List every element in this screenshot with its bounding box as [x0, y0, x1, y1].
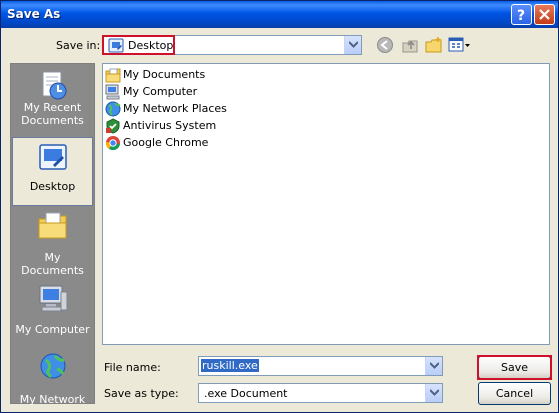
- places-bar: My Recent Documents Desktop My Documents: [10, 63, 95, 406]
- place-my-documents[interactable]: My Documents: [12, 210, 93, 277]
- file-name-value: ruskill.exe: [201, 359, 259, 372]
- save-button-highlight: [477, 355, 552, 380]
- network-places-icon: [105, 101, 121, 117]
- up-one-level-button[interactable]: [401, 36, 421, 56]
- place-label: My Computer: [15, 323, 90, 336]
- place-my-computer[interactable]: My Computer: [12, 282, 93, 342]
- save-in-label: Save in:: [56, 39, 101, 52]
- new-folder-button[interactable]: [425, 36, 445, 56]
- place-label: My Recent Documents: [21, 101, 84, 127]
- place-label: My Documents: [21, 251, 84, 277]
- window-title: Save As: [7, 7, 61, 21]
- back-arrow-icon: [377, 37, 393, 53]
- my-documents-icon: [38, 212, 66, 239]
- chrome-icon: [105, 136, 120, 151]
- chevron-down-icon: [430, 389, 439, 396]
- save-as-type-dropdown[interactable]: .exe Document: [198, 383, 443, 403]
- file-name: My Network Places: [123, 102, 227, 115]
- views-icon: [448, 37, 470, 52]
- close-icon: [539, 9, 550, 20]
- place-label: Desktop: [29, 180, 76, 193]
- file-list[interactable]: My Documents My Computer My Network Plac…: [102, 63, 550, 345]
- my-computer-icon: [39, 285, 67, 312]
- chevron-down-icon: [349, 41, 358, 48]
- chevron-down-icon: [430, 362, 439, 369]
- save-as-type-dropdown-arrow[interactable]: [425, 384, 442, 402]
- file-name-dropdown-arrow[interactable]: [425, 357, 442, 375]
- up-folder-icon: [402, 40, 418, 53]
- computer-icon: [105, 84, 120, 100]
- desktop-place-icon: [38, 144, 67, 170]
- file-name-label: File name:: [104, 361, 161, 374]
- svg-text:?: ?: [517, 8, 525, 24]
- help-button[interactable]: ?: [511, 4, 532, 25]
- file-name: Google Chrome: [123, 136, 209, 149]
- save-in-dropdown-arrow[interactable]: [344, 36, 361, 54]
- save-as-type-value: .exe Document: [204, 387, 288, 400]
- recent-documents-icon: [42, 71, 66, 100]
- file-name: My Documents: [123, 68, 206, 81]
- save-as-dialog: Save As ? Save in: Desktop My Recent Doc…: [0, 0, 559, 413]
- file-name: Antivirus System: [123, 119, 217, 132]
- save-in-highlight: [102, 35, 175, 55]
- save-as-type-label: Save as type:: [104, 387, 179, 400]
- place-my-recent-documents[interactable]: My Recent Documents: [12, 69, 93, 133]
- folder-documents-icon: [105, 68, 121, 83]
- place-desktop[interactable]: Desktop: [12, 137, 93, 206]
- antivirus-icon: [106, 118, 120, 134]
- back-button[interactable]: [376, 36, 396, 56]
- question-icon: ?: [517, 8, 525, 24]
- close-button[interactable]: [534, 4, 555, 25]
- views-menu-button[interactable]: [448, 36, 470, 56]
- file-name: My Computer: [123, 85, 198, 98]
- place-label: My Network: [19, 393, 86, 406]
- cancel-button[interactable]: Cancel: [478, 382, 551, 405]
- new-folder-icon: [425, 37, 442, 53]
- network-icon: [40, 353, 65, 379]
- title-bar[interactable]: Save As ?: [1, 1, 558, 28]
- file-name-input[interactable]: ruskill.exe: [198, 356, 443, 376]
- place-my-network[interactable]: My Network: [12, 352, 93, 406]
